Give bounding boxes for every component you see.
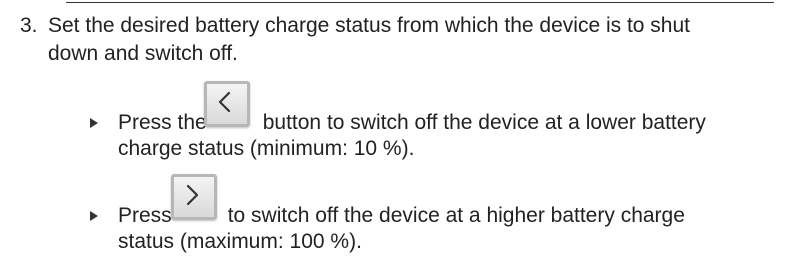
bullet-pre-text: Press [118,204,172,227]
step-text-line1: Set the desired battery charge status fr… [48,14,690,37]
chevron-right-icon [186,184,199,206]
bullet-pre-text: Press the [118,111,207,134]
chevron-left-icon [218,91,231,113]
bullet-arrow-icon [90,211,98,221]
bullet-body: Press the button to switch off the device… [118,81,798,162]
bullet-post-text: to switch off the device at a higher bat… [227,204,685,227]
bullet-line2: charge status (minimum: 10 %). [118,137,415,160]
bullet-line1: Press the button to switch off the device… [118,81,798,136]
bullet-line1: Press to switch off the device at a highe… [118,174,798,229]
step-text: Set the desired battery charge status fr… [48,12,788,68]
bullet-body: Press to switch off the device at a highe… [118,174,798,255]
step-text-line2: down and switch off. [48,42,238,65]
top-rule [66,2,774,3]
back-button [204,81,250,127]
step-number: 3. [20,14,38,37]
next-button [171,174,217,220]
bullet-post-text: button to switch off the device at a low… [262,111,706,134]
bullet-arrow-icon [90,118,98,128]
bullet-line2: status (maximum: 100 %). [118,230,362,253]
